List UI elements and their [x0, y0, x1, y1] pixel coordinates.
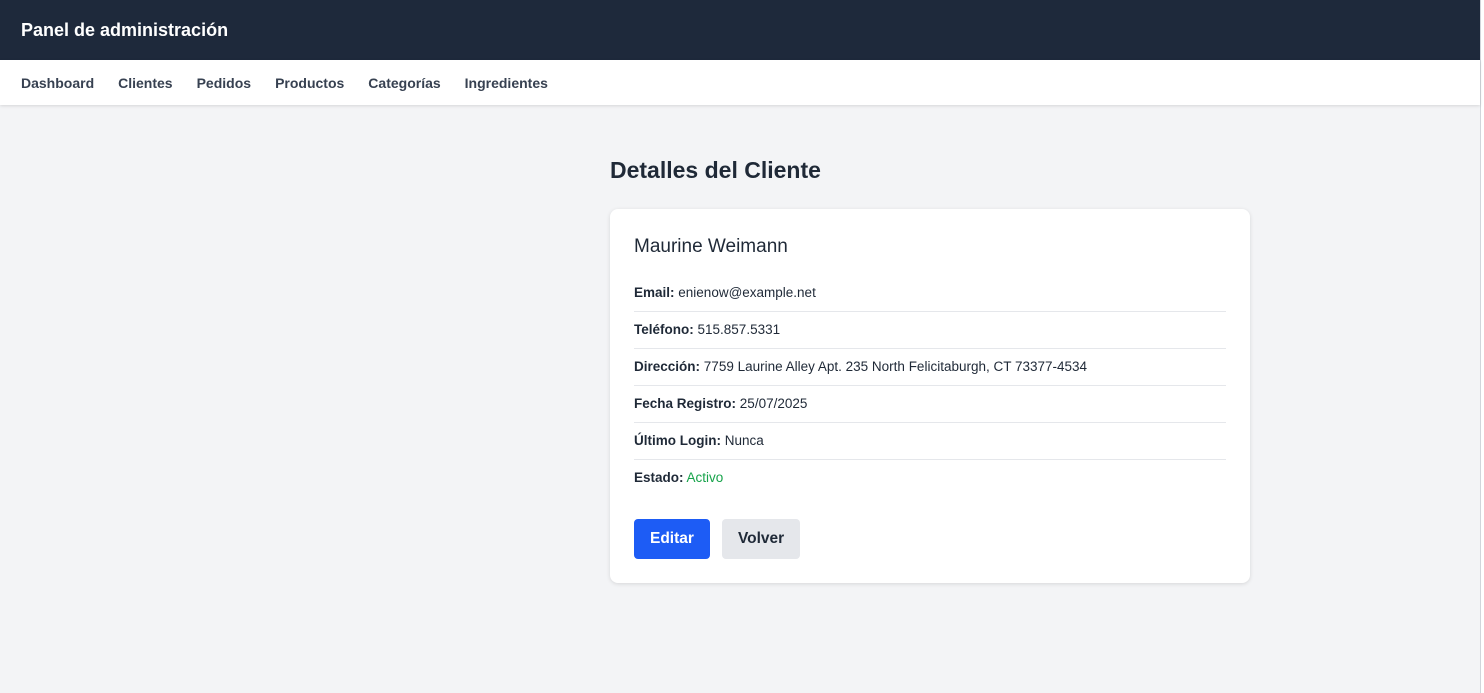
detail-value: Nunca — [724, 433, 764, 448]
detail-label: Último Login: — [634, 433, 721, 448]
client-details-card: Maurine Weimann Email: enienow@example.n… — [610, 209, 1250, 583]
top-header: Panel de administración — [0, 0, 1480, 60]
nav-item-categorias[interactable]: Categorías — [368, 75, 440, 91]
card-actions: Editar Volver — [634, 519, 1226, 559]
detail-row-email: Email: enienow@example.net — [634, 284, 1226, 312]
client-name: Maurine Weimann — [634, 236, 788, 257]
nav-item-dashboard[interactable]: Dashboard — [21, 75, 94, 91]
main-nav: Dashboard Clientes Pedidos Productos Cat… — [0, 60, 1480, 105]
nav-item-productos[interactable]: Productos — [275, 75, 344, 91]
detail-row-phone: Teléfono: 515.857.5331 — [634, 312, 1226, 349]
detail-value: 25/07/2025 — [739, 396, 808, 411]
detail-row-registration-date: Fecha Registro: 25/07/2025 — [634, 386, 1226, 423]
app-title: Panel de administración — [21, 19, 229, 40]
detail-label: Fecha Registro: — [634, 396, 737, 411]
status-value: Activo — [686, 470, 724, 485]
detail-row-status: Estado: Activo — [634, 460, 1226, 496]
detail-label: Dirección: — [634, 359, 701, 374]
nav-item-ingredientes[interactable]: Ingredientes — [465, 75, 548, 91]
main-content: Detalles del Cliente Maurine Weimann Ema… — [610, 156, 1250, 583]
detail-row-last-login: Último Login: Nunca — [634, 423, 1226, 460]
detail-value: enienow@example.net — [678, 285, 816, 300]
detail-value: 515.857.5331 — [697, 322, 781, 337]
detail-label: Estado: — [634, 470, 684, 485]
back-button[interactable]: Volver — [721, 519, 801, 559]
detail-value: 7759 Laurine Alley Apt. 235 North Felici… — [703, 359, 1088, 374]
page-title: Detalles del Cliente — [610, 157, 821, 183]
nav-item-pedidos[interactable]: Pedidos — [197, 75, 251, 91]
detail-row-address: Dirección: 7759 Laurine Alley Apt. 235 N… — [634, 349, 1226, 386]
detail-label: Email: — [634, 285, 675, 300]
edit-button[interactable]: Editar — [634, 519, 710, 559]
nav-item-clientes[interactable]: Clientes — [118, 75, 172, 91]
window-scrollbar[interactable] — [1480, 0, 1484, 693]
detail-label: Teléfono: — [634, 322, 694, 337]
